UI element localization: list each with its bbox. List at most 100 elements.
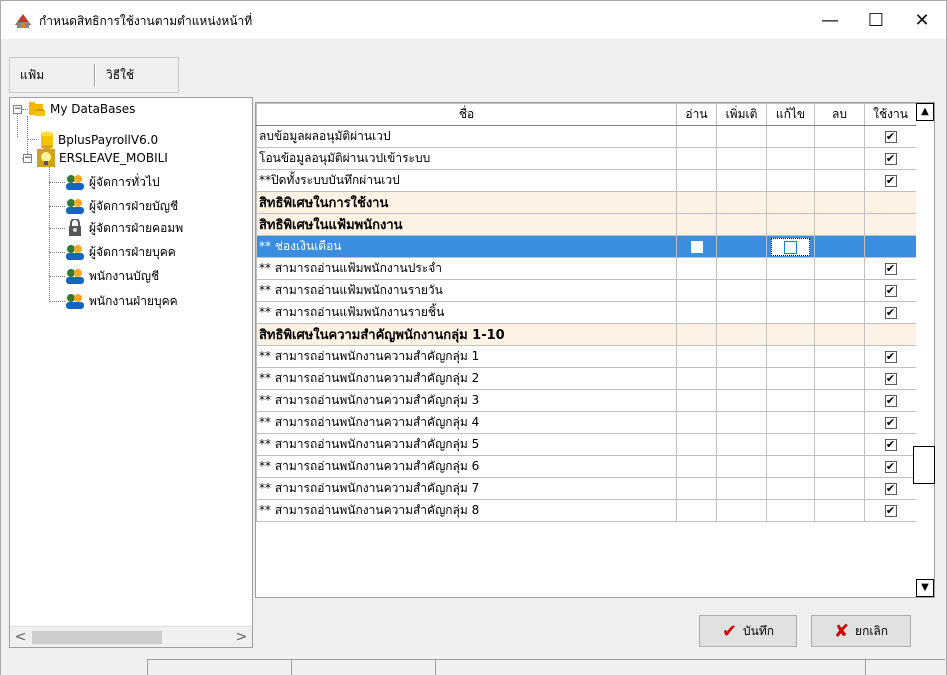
cell-use[interactable]: ✔ bbox=[864, 499, 917, 522]
use-checkbox[interactable]: ✔ bbox=[884, 505, 897, 517]
cell-add[interactable] bbox=[716, 235, 767, 258]
tree-node-role-accounting-manager[interactable]: ผู้จัดการฝ่ายบัญชี bbox=[65, 197, 178, 215]
read-checkbox[interactable] bbox=[690, 241, 703, 253]
scroll-right-icon[interactable]: > bbox=[233, 629, 250, 646]
cell-add[interactable] bbox=[716, 499, 767, 522]
cell-delete[interactable] bbox=[814, 279, 865, 302]
cell-use[interactable]: ✔ bbox=[864, 389, 917, 412]
tree-node-role-accountant[interactable]: พนักงานบัญชี bbox=[65, 267, 159, 285]
cell-use[interactable]: ✔ bbox=[864, 257, 917, 280]
cell-add[interactable] bbox=[716, 147, 767, 170]
table-row[interactable]: ** สามารถอ่านพนักงานความสำคัญกลุ่ม 7 ✔ bbox=[256, 477, 917, 500]
cell-add[interactable] bbox=[716, 477, 767, 500]
cell-edit[interactable] bbox=[766, 411, 815, 434]
cell-delete[interactable] bbox=[814, 433, 865, 456]
cell-delete[interactable] bbox=[814, 499, 865, 522]
tree-node-role-computer-manager[interactable]: ผู้จัดการฝ่ายคอมพ bbox=[65, 219, 183, 237]
close-button[interactable]: ✕ bbox=[899, 1, 945, 39]
table-row[interactable]: ** สามารถอ่านพนักงานความสำคัญกลุ่ม 2 ✔ bbox=[256, 367, 917, 390]
edit-checkbox-focus[interactable] bbox=[771, 237, 810, 256]
cell-edit[interactable] bbox=[766, 389, 815, 412]
cell-add[interactable] bbox=[716, 345, 767, 368]
cell-edit[interactable] bbox=[766, 125, 815, 148]
cell-use[interactable]: ✔ bbox=[864, 169, 917, 192]
column-header-read[interactable]: อ่าน bbox=[676, 103, 717, 126]
cell-edit[interactable] bbox=[766, 499, 815, 522]
use-checkbox[interactable]: ✔ bbox=[884, 175, 897, 187]
cell-edit[interactable] bbox=[766, 455, 815, 478]
cell-read[interactable] bbox=[676, 411, 717, 434]
cell-use[interactable]: ✔ bbox=[864, 147, 917, 170]
cell-edit[interactable] bbox=[766, 345, 815, 368]
table-row[interactable]: ** สามารถอ่านพนักงานความสำคัญกลุ่ม 8 ✔ bbox=[256, 499, 917, 522]
cell-add[interactable] bbox=[716, 455, 767, 478]
cell-use[interactable]: ✔ bbox=[864, 345, 917, 368]
scroll-up-icon[interactable]: ▲ bbox=[916, 103, 934, 121]
cell-delete[interactable] bbox=[814, 125, 865, 148]
cell-edit[interactable] bbox=[766, 477, 815, 500]
use-checkbox[interactable]: ✔ bbox=[884, 263, 897, 275]
use-checkbox[interactable]: ✔ bbox=[884, 373, 897, 385]
cell-use[interactable]: ✔ bbox=[864, 411, 917, 434]
cell-use[interactable]: ✔ bbox=[864, 125, 917, 148]
cell-edit[interactable] bbox=[766, 279, 815, 302]
cell-use[interactable] bbox=[864, 235, 917, 258]
cell-read[interactable] bbox=[676, 345, 717, 368]
use-checkbox[interactable]: ✔ bbox=[884, 417, 897, 429]
scroll-down-icon[interactable]: ▼ bbox=[916, 579, 934, 597]
column-header-name[interactable]: ชื่อ bbox=[256, 103, 677, 126]
cell-delete[interactable] bbox=[814, 477, 865, 500]
cell-delete[interactable] bbox=[814, 389, 865, 412]
table-row[interactable]: **ปิดทั้งระบบบันทึกผ่านเวป ✔ bbox=[256, 169, 917, 192]
scroll-track[interactable] bbox=[916, 121, 934, 579]
cell-read[interactable] bbox=[676, 499, 717, 522]
table-row[interactable]: ** ช่องเงินเดือน bbox=[256, 235, 917, 258]
column-header-delete[interactable]: ลบ bbox=[814, 103, 865, 126]
cell-edit[interactable] bbox=[766, 147, 815, 170]
cell-edit[interactable] bbox=[766, 367, 815, 390]
scroll-thumb-box[interactable] bbox=[913, 446, 935, 484]
cell-delete[interactable] bbox=[814, 301, 865, 324]
cancel-button[interactable]: ✘ ยกเลิก bbox=[811, 615, 911, 647]
edit-checkbox[interactable] bbox=[784, 240, 797, 254]
scroll-thumb[interactable] bbox=[32, 631, 162, 644]
cell-read[interactable] bbox=[676, 455, 717, 478]
column-header-edit[interactable]: แก้ไข bbox=[766, 103, 815, 126]
table-row[interactable]: ** สามารถอ่านแฟ้มพนักงานประจำ ✔ bbox=[256, 257, 917, 280]
database-tree[interactable]: − My DataBases BplusPayrollV6.0 − ERSLEA… bbox=[9, 97, 253, 648]
cell-use[interactable]: ✔ bbox=[864, 433, 917, 456]
cell-read[interactable] bbox=[676, 235, 717, 258]
section-row[interactable]: สิทธิพิเศษในความสำคัญพนักงานกลุ่ม 1-10 bbox=[256, 323, 917, 346]
tree-node-bplus-payroll[interactable]: BplusPayrollV6.0 bbox=[40, 131, 158, 149]
use-checkbox[interactable]: ✔ bbox=[884, 307, 897, 319]
cell-delete[interactable] bbox=[814, 257, 865, 280]
column-header-use[interactable]: ใช้งาน bbox=[864, 103, 917, 126]
table-row[interactable]: โอนข้อมูลอนุมัติผ่านเวปเข้าระบบ ✔ bbox=[256, 147, 917, 170]
cell-read[interactable] bbox=[676, 147, 717, 170]
table-row[interactable]: ** สามารถอ่านแฟ้มพนักงานรายชิ้น ✔ bbox=[256, 301, 917, 324]
cell-add[interactable] bbox=[716, 411, 767, 434]
grid-vertical-scrollbar[interactable]: ▲ ▼ bbox=[916, 103, 934, 597]
tree-node-role-hr-manager[interactable]: ผู้จัดการฝ่ายบุคค bbox=[65, 243, 176, 261]
cell-read[interactable] bbox=[676, 125, 717, 148]
cell-read[interactable] bbox=[676, 257, 717, 280]
use-checkbox[interactable]: ✔ bbox=[884, 395, 897, 407]
cell-use[interactable]: ✔ bbox=[864, 367, 917, 390]
table-row[interactable]: ลบข้อมูลผลอนุมัติผ่านเวป ✔ bbox=[256, 125, 917, 148]
cell-add[interactable] bbox=[716, 301, 767, 324]
cell-read[interactable] bbox=[676, 169, 717, 192]
cell-read[interactable] bbox=[676, 389, 717, 412]
minimize-button[interactable]: — bbox=[807, 1, 853, 39]
tree-expander-ersleave[interactable]: − bbox=[23, 154, 32, 163]
cell-add[interactable] bbox=[716, 257, 767, 280]
cell-read[interactable] bbox=[676, 279, 717, 302]
use-checkbox[interactable]: ✔ bbox=[884, 439, 897, 451]
maximize-button[interactable]: ☐ bbox=[853, 1, 899, 39]
permission-grid[interactable]: ชื่อ อ่าน เพิ่มเติ แก้ไข ลบ ใช้งาน ลบข้อ… bbox=[255, 102, 935, 598]
tree-expander-root[interactable]: − bbox=[13, 105, 22, 114]
use-checkbox[interactable]: ✔ bbox=[884, 153, 897, 165]
section-row[interactable]: สิทธิพิเศษในแฟ้มพนักงาน bbox=[256, 213, 917, 236]
section-row[interactable]: สิทธิพิเศษในการใช้งาน bbox=[256, 191, 917, 214]
cell-add[interactable] bbox=[716, 433, 767, 456]
use-checkbox[interactable]: ✔ bbox=[884, 131, 897, 143]
